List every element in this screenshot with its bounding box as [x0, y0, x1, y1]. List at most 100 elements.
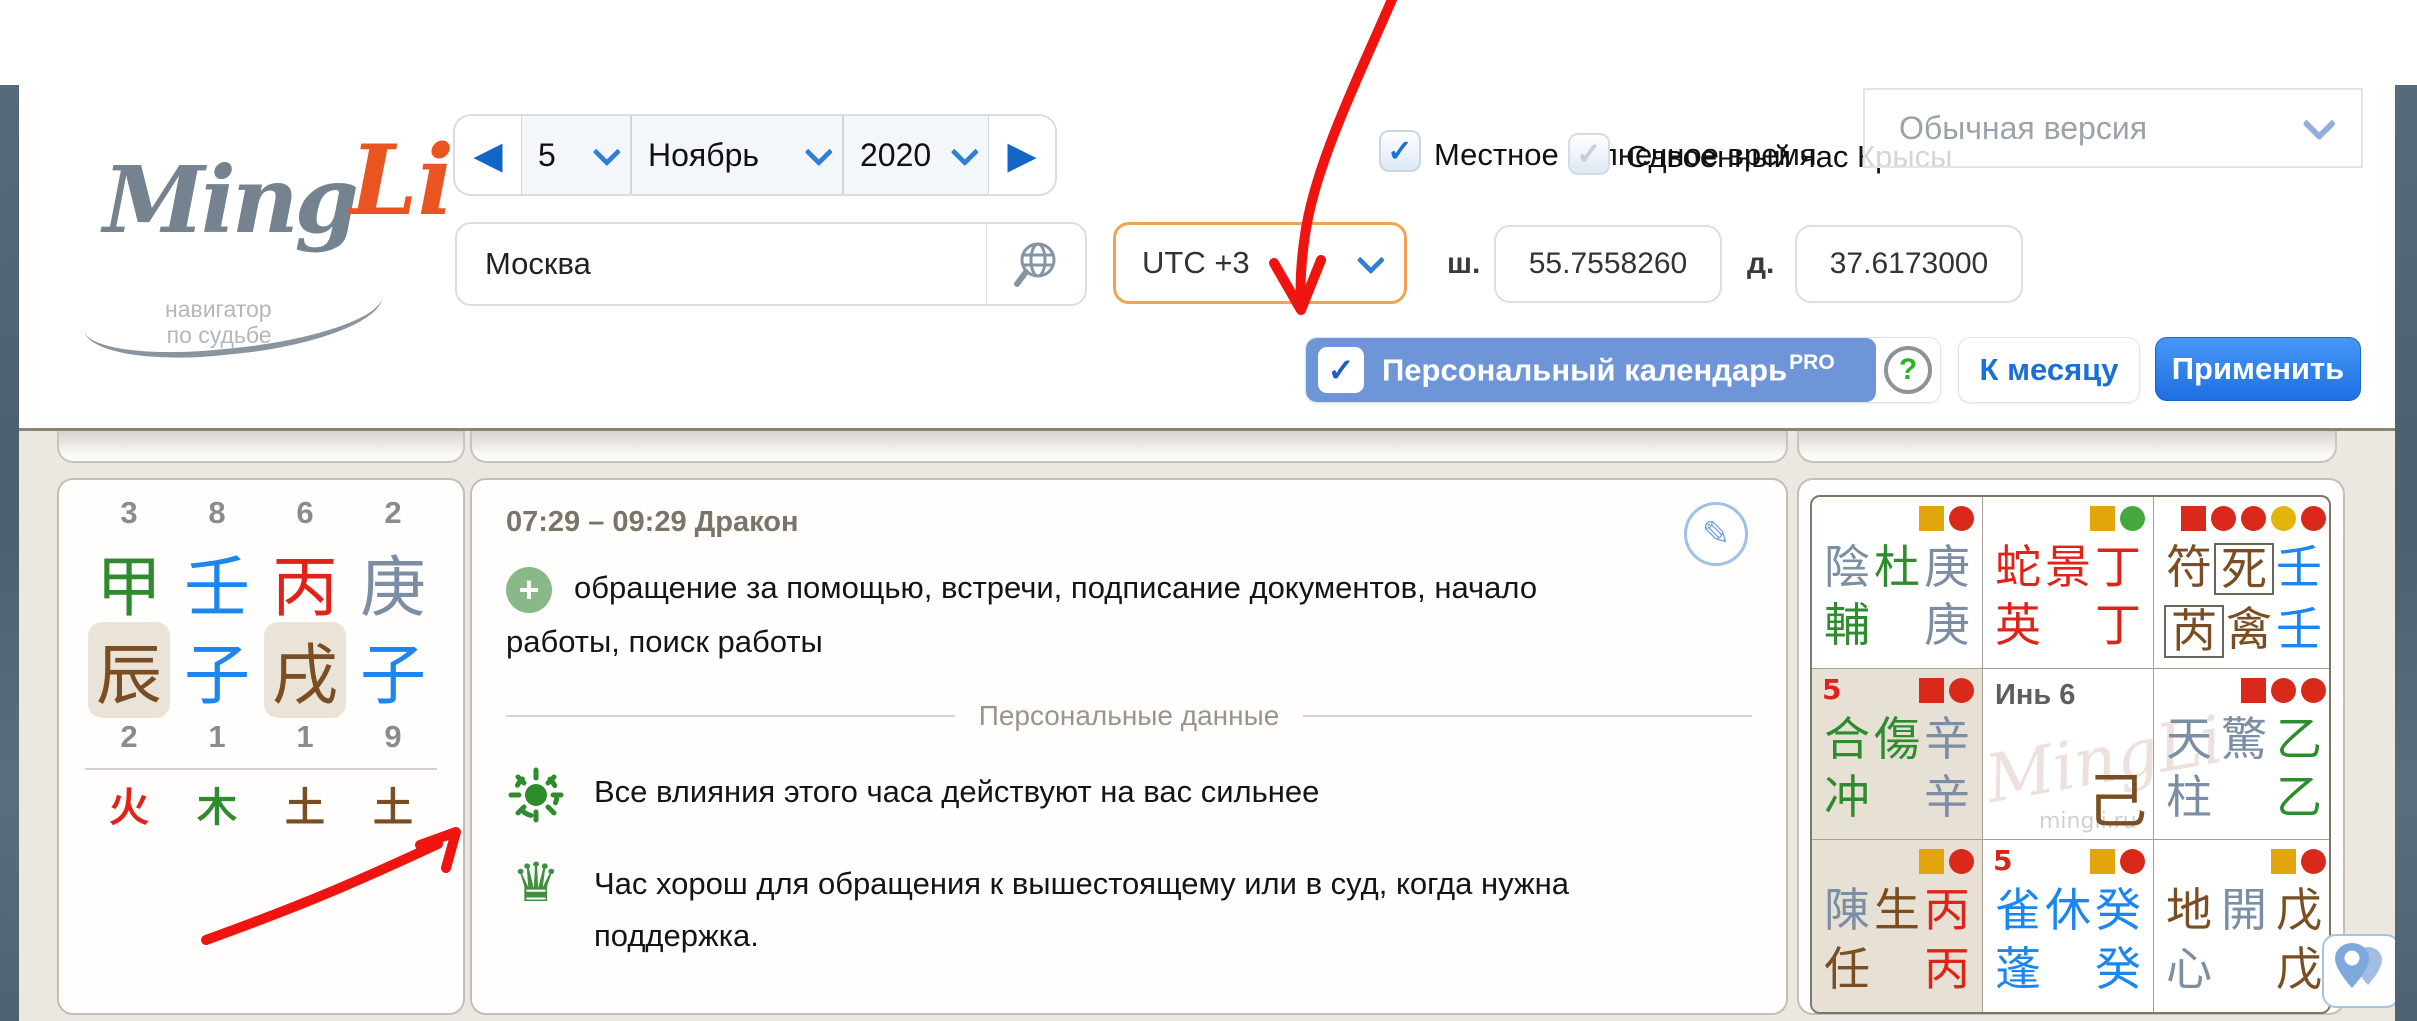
crown-icon: ♛ — [506, 858, 566, 908]
day-select[interactable]: 5 — [521, 116, 631, 194]
bazi-number-top: 3 — [85, 492, 173, 534]
qimen-char: 天 — [2164, 715, 2214, 763]
location-input[interactable] — [457, 245, 986, 283]
bazi-number-top: 8 — [173, 492, 261, 534]
utc-select[interactable]: UTC +3 — [1113, 222, 1407, 304]
personal-calendar-toggle[interactable]: ✓ Персональный календарьPRO — [1306, 338, 1876, 402]
cell-char-row: 合傷辛 — [1822, 715, 1972, 763]
next-day-button[interactable]: ▶ — [989, 116, 1055, 194]
qimen-char: 丁 — [2093, 601, 2143, 649]
badge-sq-y — [1919, 506, 1944, 531]
bazi-stem: 丙 — [261, 534, 349, 630]
cell-char-row: 輔庚 — [1822, 601, 1972, 649]
bazi-element: 土 — [349, 774, 437, 834]
apply-button[interactable]: Применить — [2155, 337, 2361, 401]
bazi-element: 火 — [85, 774, 173, 834]
map-pins-icon — [2330, 943, 2392, 999]
qimen-grid: 陰杜庚輔庚蛇景丁英丁符死壬芮禽壬5合傷辛冲辛Инь 6MingLimingli.… — [1810, 495, 2331, 1014]
qimen-char: 壬 — [2274, 605, 2324, 657]
bazi-row: 辰子戌子 — [59, 622, 463, 716]
prev-day-button[interactable]: ◀ — [455, 116, 521, 194]
qimen-char: 癸 — [2093, 886, 2143, 934]
longitude-input[interactable] — [1797, 227, 2021, 301]
bazi-branch-char: 子 — [184, 622, 250, 718]
qimen-char: 地 — [2164, 886, 2214, 934]
page: Ming Li навигатор по судьбе ◀ 5 Ноябрь 2… — [0, 0, 2417, 1021]
qimen-char: 芮 — [2164, 605, 2224, 657]
qimen-char: 蓬 — [1993, 945, 2043, 993]
help-icon: ? — [1884, 346, 1932, 394]
qimen-char: 丙 — [1922, 886, 1972, 934]
personal-rows: Все влияния этого часа действуют на вас … — [506, 766, 1752, 962]
bazi-number-top: 6 — [261, 492, 349, 534]
qimen-cell-top-left: 陰杜庚輔庚 — [1812, 497, 1983, 669]
content-area: 3862甲壬丙庚辰子戌子2119火木土土 07:29 – 09:29 Драко… — [0, 431, 2417, 1021]
version-value: Обычная версия — [1899, 110, 2147, 147]
qimen-cell-mid-left: 5合傷辛冲辛 — [1812, 669, 1983, 841]
bazi-number-bottom: 2 — [85, 716, 173, 758]
plus-icon: + — [506, 567, 552, 613]
logo-li: Li — [350, 124, 454, 237]
globe-search-icon — [1010, 238, 1062, 290]
yin-label: Инь 6 — [1995, 679, 2075, 712]
chevron-down-icon — [2302, 107, 2336, 141]
badge-ci-g — [2120, 506, 2145, 531]
badge-ci-r — [2120, 849, 2145, 874]
qimen-char: 庚 — [1922, 543, 1972, 591]
badge-ci-y — [2271, 506, 2296, 531]
badge-sq-r — [2181, 506, 2206, 531]
month-select[interactable]: Ноябрь — [631, 116, 843, 194]
version-select[interactable]: Обычная версия — [1863, 88, 2363, 168]
cell-char-row: 地開戊 — [2164, 886, 2324, 934]
qimen-char: 禽 — [2224, 605, 2274, 657]
to-month-button[interactable]: К месяцу — [1958, 337, 2140, 403]
center-stem: 己 — [2087, 753, 2147, 840]
cell-badges — [2271, 849, 2326, 874]
cell-char-row: 陳生丙 — [1822, 886, 1972, 934]
badge-sq-r — [2241, 678, 2266, 703]
bazi-row: 甲壬丙庚 — [59, 534, 463, 622]
bazi-stem: 庚 — [349, 534, 437, 630]
chevron-down-icon — [951, 138, 979, 166]
qimen-char: 丙 — [1922, 945, 1972, 993]
latitude-input[interactable] — [1496, 227, 1720, 301]
qimen-char: 心 — [2164, 945, 2214, 993]
mingli-logo[interactable]: Ming Li навигатор по судьбе — [95, 118, 440, 333]
cell-char-row: 符死壬 — [2164, 543, 2324, 595]
cell-badges — [2090, 849, 2145, 874]
cut-panel-left — [57, 431, 465, 463]
chevron-down-icon — [1357, 246, 1385, 274]
bazi-number-bottom: 9 — [349, 716, 437, 758]
cell-number: 5 — [1822, 673, 1841, 706]
bazi-branch-char: 戌 — [264, 622, 346, 718]
rat-hour-checkbox[interactable]: ✓ — [1568, 133, 1610, 175]
cell-badges — [2181, 506, 2326, 531]
bazi-stem: 壬 — [173, 534, 261, 630]
solar-time-checkbox[interactable]: ✓ — [1379, 130, 1421, 172]
year-select[interactable]: 2020 — [843, 116, 989, 194]
utc-value: UTC +3 — [1142, 245, 1250, 281]
cell-char-row: 英丁 — [1993, 601, 2143, 649]
map-pins-button[interactable] — [2322, 934, 2400, 1008]
qimen-char: 乙 — [2274, 773, 2324, 821]
bazi-branch: 辰 — [85, 622, 173, 718]
bazi-panel: 3862甲壬丙庚辰子戌子2119火木土土 — [57, 478, 465, 1015]
qimen-char: 任 — [1822, 945, 1872, 993]
qimen-char: 英 — [1993, 601, 2043, 649]
personal-calendar-checkbox[interactable]: ✓ — [1318, 347, 1364, 393]
qimen-cell-bottom-mid: 5雀休癸蓬癸 — [1983, 840, 2154, 1012]
bazi-branch-char: 辰 — [88, 622, 170, 718]
cell-char-row: 芮禽壬 — [2164, 605, 2324, 657]
qimen-char: 癸 — [2093, 945, 2143, 993]
location-search-button[interactable] — [986, 224, 1085, 304]
cell-badges — [2090, 506, 2145, 531]
cell-badges — [1919, 506, 1974, 531]
badge-sq-y — [2090, 506, 2115, 531]
edit-button[interactable]: ✎ — [1684, 502, 1748, 566]
qimen-char: 合 — [1822, 715, 1872, 763]
year-value: 2020 — [860, 137, 931, 174]
personal-calendar-label: Персональный календарьPRO — [1382, 351, 1835, 388]
help-button[interactable]: ? — [1876, 338, 1940, 402]
cell-badges — [2241, 678, 2326, 703]
cut-panel-right — [1797, 431, 2337, 463]
